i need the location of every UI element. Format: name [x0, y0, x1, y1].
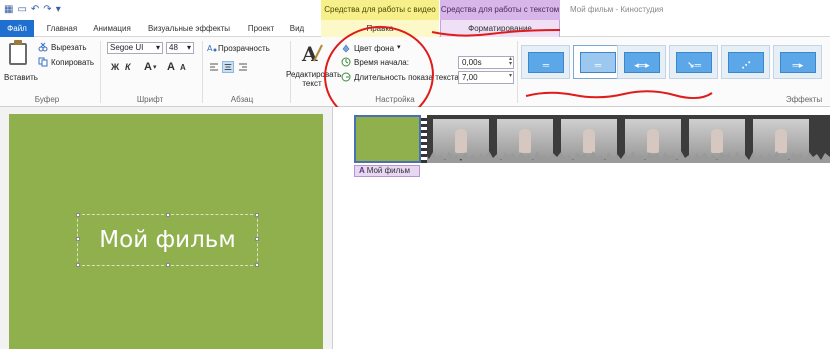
duration-input[interactable]: 7,00 ▾ [458, 71, 514, 84]
paste-button-label[interactable]: Вставить [4, 73, 38, 82]
transparency-button[interactable]: Прозрачность [218, 44, 270, 53]
qat-dropdown-icon[interactable]: ▾ [56, 4, 61, 15]
start-time-spinner[interactable]: ▴ ▾ [509, 56, 512, 67]
font-color-dropdown-icon[interactable]: ▾ [153, 63, 157, 71]
separator [100, 41, 101, 103]
title-caption-tag[interactable]: A Мой фильм [354, 165, 420, 177]
annotation-underline-effects [525, 90, 713, 99]
scissors-icon[interactable] [38, 42, 48, 52]
grow-font-button[interactable]: A [167, 61, 175, 73]
resize-handle[interactable] [76, 213, 80, 217]
align-left-icon[interactable] [208, 61, 220, 73]
align-center-icon [224, 64, 232, 70]
bold-button[interactable]: Ж [111, 62, 119, 72]
separator [517, 41, 518, 103]
cut-button[interactable]: Вырезать [51, 43, 87, 52]
effect-fly-in[interactable]: ◂═▸ [617, 45, 666, 79]
app-icon[interactable]: ▦ [4, 4, 13, 15]
effect-drift[interactable]: ⋰ [721, 45, 770, 79]
italic-button[interactable]: К [125, 62, 131, 72]
clipboard-group-label: Буфер [34, 95, 60, 104]
resize-handle[interactable] [255, 263, 259, 267]
redo-icon[interactable]: ↷ [43, 4, 51, 15]
font-color-button[interactable]: A [144, 61, 152, 73]
tab-home[interactable]: Главная [40, 20, 84, 37]
video-clip[interactable] [421, 115, 830, 163]
effect-diagonal-icon: ⋰ [741, 60, 751, 70]
effect-arrow-icon: ↘═ [687, 60, 701, 70]
copy-button[interactable]: Копировать [51, 58, 94, 67]
effect-none[interactable]: ═ [521, 45, 570, 79]
preview-frame[interactable]: Мой фильм [9, 114, 323, 349]
font-group-label: Шрифт [136, 95, 164, 104]
effect-swipe[interactable]: ↘═ [669, 45, 718, 79]
effect-arrow-icon: ═▸ [792, 60, 804, 70]
svg-text:A: A [301, 42, 318, 65]
align-right-icon[interactable] [237, 61, 249, 73]
font-family-select[interactable]: Segoe UI ▾ [107, 42, 163, 54]
start-time-input[interactable]: 0,00s ▴ ▾ [458, 56, 514, 69]
edit-text-icon[interactable]: A [300, 41, 324, 65]
copy-icon[interactable] [38, 57, 48, 67]
text-caption-icon: A [359, 166, 367, 175]
storyboard-timeline: A Мой фильм [354, 115, 830, 177]
ribbon-tabs: Файл Главная Анимация Визуальные эффекты… [0, 20, 830, 37]
annotation-underline-tab [431, 29, 561, 37]
effect-lines-icon: ═ [594, 60, 602, 70]
preview-pane: Мой фильм [0, 107, 333, 349]
duration-dropdown-icon[interactable]: ▾ [509, 73, 512, 79]
effect-fade[interactable]: ═ [573, 45, 622, 79]
tab-view[interactable]: Вид [284, 20, 310, 37]
preview-title-text: Мой фильм [99, 227, 236, 253]
tab-file[interactable]: Файл [0, 20, 34, 37]
effect-arrow-icon: ◂═▸ [634, 60, 650, 70]
tab-project[interactable]: Проект [242, 20, 280, 37]
align-center-button[interactable] [222, 61, 234, 73]
context-video-tools: Средства для работы с видео [321, 0, 439, 20]
workspace: Мой фильм A Мой фильм [0, 107, 830, 349]
tab-visual-effects[interactable]: Визуальные эффекты [142, 20, 236, 37]
audio-waveform [421, 151, 830, 163]
shrink-font-button[interactable]: A [180, 63, 186, 72]
resize-handle[interactable] [166, 213, 170, 217]
transparency-icon[interactable]: A [207, 43, 217, 53]
tab-animation[interactable]: Анимация [88, 20, 136, 37]
resize-handle[interactable] [255, 213, 259, 217]
resize-handle[interactable] [166, 263, 170, 267]
font-size-select[interactable]: 48 ▾ [166, 42, 194, 54]
quick-access-toolbar: ▦ ▭ ↶ ↷ ▾ [4, 4, 61, 15]
preview-text-box[interactable]: Мой фильм [76, 213, 259, 267]
separator [202, 41, 203, 103]
effect-scroll[interactable]: ═▸ [773, 45, 822, 79]
save-icon[interactable]: ▭ [17, 4, 26, 15]
effects-group-label: Эффекты [785, 95, 823, 104]
title-bar: ▦ ▭ ↶ ↷ ▾ Средства для работы с видео Ср… [0, 0, 830, 20]
effect-lines-icon: ═ [542, 60, 550, 70]
film-sprocket [421, 115, 427, 163]
context-text-tools: Средства для работы с текстом [440, 0, 560, 20]
paragraph-group-label: Абзац [230, 95, 254, 104]
window-title: Мой фильм - Киностудия [570, 5, 664, 14]
undo-icon[interactable]: ↶ [31, 4, 39, 15]
svg-text:A: A [207, 44, 213, 53]
title-clip[interactable] [354, 115, 421, 163]
paste-icon[interactable] [9, 40, 27, 65]
resize-handle[interactable] [76, 263, 80, 267]
